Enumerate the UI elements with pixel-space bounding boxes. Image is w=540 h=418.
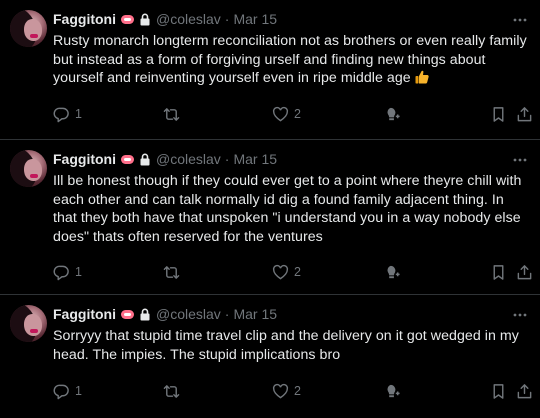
tweet-content: Faggitoni @coleslav · Mar 15 Sorryyy tha…: [53, 305, 528, 364]
tweet-text: Ill be honest though if they could ever …: [53, 173, 522, 245]
retweet-icon: [163, 265, 180, 279]
bookmark-icon: [493, 106, 504, 122]
tweet-text: Rusty monarch longterm reconciliation no…: [53, 32, 528, 88]
user-handle[interactable]: @coleslav: [156, 151, 221, 167]
flag-badge-icon: [121, 309, 134, 319]
display-name[interactable]: Faggitoni: [53, 306, 116, 322]
heart-icon: [272, 264, 289, 280]
bookmark-button[interactable]: [490, 262, 507, 282]
reply-icon: [53, 265, 69, 280]
share-icon: [517, 264, 532, 279]
bookmark-button[interactable]: [490, 381, 507, 401]
grok-button[interactable]: [384, 262, 401, 282]
separator-dot: ·: [224, 151, 230, 167]
like-button[interactable]: 2: [272, 381, 301, 401]
thumbs-up-emoji-icon: [415, 70, 429, 84]
display-name[interactable]: Faggitoni: [53, 151, 116, 167]
more-options-icon[interactable]: [512, 152, 528, 168]
tweet-header: Faggitoni @coleslav · Mar 15: [53, 305, 528, 323]
tweet-actions: 1 2: [53, 381, 532, 401]
grok-bulb-icon: [387, 384, 400, 397]
retweet-icon: [163, 107, 180, 121]
more-options-icon[interactable]: [512, 307, 528, 323]
tweet[interactable]: Faggitoni @coleslav · Mar 15 Sorryyy tha…: [0, 295, 540, 418]
retweet-button[interactable]: [163, 262, 185, 282]
tweet[interactable]: Faggitoni @coleslav · Mar 15 Rusty monar…: [0, 0, 540, 140]
lock-icon: [140, 308, 150, 320]
reply-icon: [53, 384, 69, 399]
tweet-content: Faggitoni @coleslav · Mar 15 Ill be hone…: [53, 150, 528, 246]
heart-icon: [272, 383, 289, 399]
lock-icon: [140, 153, 150, 165]
tweet[interactable]: Faggitoni @coleslav · Mar 15 Ill be hone…: [0, 140, 540, 295]
grok-bulb-icon: [387, 265, 400, 278]
retweet-button[interactable]: [163, 381, 185, 401]
like-count: 2: [294, 107, 301, 121]
avatar[interactable]: [10, 305, 47, 342]
reply-count: 1: [75, 384, 82, 398]
tweet-actions: 1 2: [53, 262, 532, 282]
tweet-text-content: Rusty monarch longterm reconciliation no…: [53, 33, 527, 86]
grok-button[interactable]: [384, 104, 401, 124]
tweet-text: Sorryyy that stupid time travel clip and…: [53, 328, 519, 363]
bookmark-button[interactable]: [490, 104, 507, 124]
tweet-date[interactable]: Mar 15: [233, 11, 277, 27]
retweet-button[interactable]: [163, 104, 185, 124]
reply-count: 1: [75, 107, 82, 121]
avatar[interactable]: [10, 10, 47, 47]
reply-button[interactable]: 1: [53, 381, 82, 401]
like-button[interactable]: 2: [272, 104, 301, 124]
reply-button[interactable]: 1: [53, 104, 82, 124]
reply-button[interactable]: 1: [53, 262, 82, 282]
separator-dot: ·: [224, 11, 230, 27]
grok-bulb-icon: [387, 107, 400, 120]
heart-icon: [272, 106, 289, 122]
reply-icon: [53, 107, 69, 122]
like-count: 2: [294, 384, 301, 398]
share-button[interactable]: [516, 104, 533, 124]
like-count: 2: [294, 265, 301, 279]
reply-count: 1: [75, 265, 82, 279]
bookmark-icon: [493, 264, 504, 280]
tweet-header: Faggitoni @coleslav · Mar 15: [53, 10, 528, 28]
lock-icon: [140, 13, 150, 25]
retweet-icon: [163, 384, 180, 398]
separator-dot: ·: [224, 306, 230, 322]
bookmark-icon: [493, 383, 504, 399]
tweet-content: Faggitoni @coleslav · Mar 15 Rusty monar…: [53, 10, 528, 88]
flag-badge-icon: [121, 14, 134, 24]
more-options-icon[interactable]: [512, 12, 528, 28]
tweet-header: Faggitoni @coleslav · Mar 15: [53, 150, 528, 168]
grok-button[interactable]: [384, 381, 401, 401]
share-button[interactable]: [516, 262, 533, 282]
tweet-thread: Faggitoni @coleslav · Mar 15 Rusty monar…: [0, 0, 540, 418]
flag-badge-icon: [121, 154, 134, 164]
avatar[interactable]: [10, 150, 47, 187]
share-icon: [517, 383, 532, 398]
share-button[interactable]: [516, 381, 533, 401]
display-name[interactable]: Faggitoni: [53, 11, 116, 27]
tweet-date[interactable]: Mar 15: [233, 151, 277, 167]
like-button[interactable]: 2: [272, 262, 301, 282]
user-handle[interactable]: @coleslav: [156, 306, 221, 322]
user-handle[interactable]: @coleslav: [156, 11, 221, 27]
tweet-actions: 1 2: [53, 104, 532, 124]
share-icon: [517, 106, 532, 121]
tweet-date[interactable]: Mar 15: [233, 306, 277, 322]
